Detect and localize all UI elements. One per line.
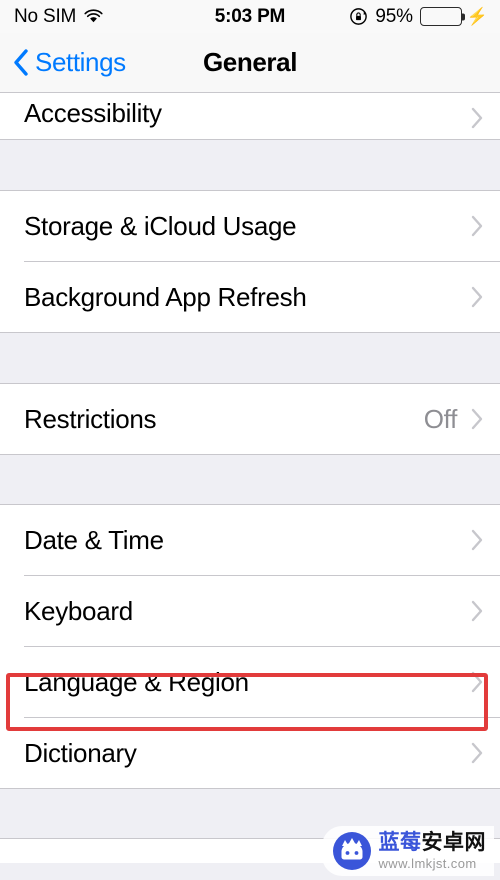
row-label: Date & Time <box>24 524 164 555</box>
table-row-storage-icloud-usage[interactable]: Storage & iCloud Usage <box>0 191 500 261</box>
watermark-title-dark: 安卓网 <box>421 830 486 854</box>
site-watermark: 蓝莓安卓网 www.lmkjst.com <box>321 826 494 876</box>
row-label: Background App Refresh <box>24 281 307 312</box>
settings-table: Accessibility Storage & iCloud Usage Bac… <box>0 92 500 863</box>
group-restrictions: Restrictions Off <box>0 384 500 454</box>
watermark-text: 蓝莓安卓网 www.lmkjst.com <box>378 832 487 871</box>
chevron-right-icon <box>471 742 484 764</box>
group-localization: Date & Time Keyboard Language & Region D… <box>0 505 500 788</box>
navigation-bar: Settings General <box>0 33 500 92</box>
row-label: Restrictions <box>24 403 157 434</box>
table-row-language-region[interactable]: Language & Region <box>0 647 500 717</box>
group-storage: Storage & iCloud Usage Background App Re… <box>0 191 500 332</box>
status-bar: No SIM 5:03 PM 95% ⚡ <box>0 0 500 33</box>
table-row-keyboard[interactable]: Keyboard <box>0 576 500 646</box>
chevron-right-icon <box>471 529 484 551</box>
chevron-right-icon <box>471 215 484 237</box>
row-label: Dictionary <box>24 737 137 768</box>
iphone-screen: No SIM 5:03 PM 95% ⚡ Settings General Ac… <box>0 0 500 880</box>
table-row-accessibility[interactable]: Accessibility <box>0 93 500 139</box>
watermark-title-blue: 蓝莓 <box>378 830 422 854</box>
back-chevron-icon <box>13 49 29 76</box>
table-row-background-app-refresh[interactable]: Background App Refresh <box>0 262 500 332</box>
back-button[interactable]: Settings <box>0 47 126 78</box>
row-label: Storage & iCloud Usage <box>24 210 297 241</box>
group-gap <box>0 333 500 383</box>
chevron-right-icon <box>471 107 484 129</box>
battery-percent-label: 95% <box>375 5 413 27</box>
group-gap <box>0 140 500 190</box>
row-value: Off <box>423 403 458 434</box>
chevron-right-icon <box>471 408 484 430</box>
watermark-url: www.lmkjst.com <box>378 856 477 871</box>
row-label: Keyboard <box>24 595 133 626</box>
watermark-title: 蓝莓安卓网 <box>379 832 487 853</box>
battery-icon <box>419 7 462 26</box>
chevron-right-icon <box>471 600 484 622</box>
back-button-label: Settings <box>35 47 126 77</box>
group-accessibility: Accessibility <box>0 93 500 139</box>
table-row-dictionary[interactable]: Dictionary <box>0 718 500 788</box>
row-label: Language & Region <box>24 666 249 697</box>
blueberry-android-logo-icon <box>332 831 372 871</box>
chevron-right-icon <box>471 671 484 693</box>
rotation-lock-icon <box>349 7 368 26</box>
status-bar-right: 95% ⚡ <box>349 0 488 33</box>
charging-bolt-icon: ⚡ <box>466 7 488 26</box>
table-row-date-time[interactable]: Date & Time <box>0 505 500 575</box>
group-gap <box>0 455 500 504</box>
chevron-right-icon <box>471 286 484 308</box>
row-label: Accessibility <box>24 98 162 128</box>
table-row-restrictions[interactable]: Restrictions Off <box>0 384 500 454</box>
